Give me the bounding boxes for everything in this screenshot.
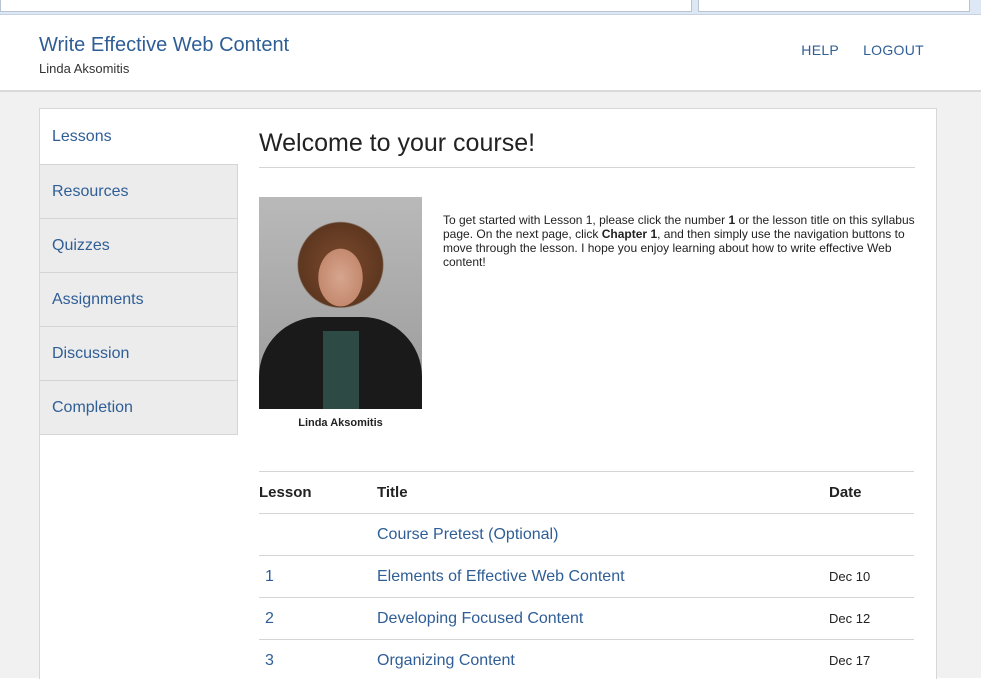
lesson-number-link[interactable]: 1 <box>265 568 274 585</box>
search-bar[interactable] <box>698 0 970 12</box>
lesson-number-link[interactable]: 3 <box>265 652 274 669</box>
header-lesson: Lesson <box>259 472 376 514</box>
intro-text: To get started with Lesson 1, please cli… <box>443 213 915 269</box>
lesson-title: Developing Focused Content <box>376 598 828 640</box>
user-name: Linda Aksomitis <box>39 61 129 76</box>
site-header: Write Effective Web Content Linda Aksomi… <box>0 15 981 92</box>
photo-scarf-shape <box>323 331 359 409</box>
address-bar[interactable] <box>0 0 692 12</box>
table-header-row: Lesson Title Date <box>259 472 914 514</box>
page-body: Lessons Resources Quizzes Assignments Di… <box>0 92 981 678</box>
lesson-date: Dec 10 <box>828 556 914 598</box>
logout-link[interactable]: LOGOUT <box>863 42 924 58</box>
table-row: 1 Elements of Effective Web Content Dec … <box>259 556 914 598</box>
lesson-title: Elements of Effective Web Content <box>376 556 828 598</box>
instructor-photo <box>259 197 422 409</box>
sidebar-item-completion[interactable]: Completion <box>40 381 238 435</box>
lesson-title-link[interactable]: Developing Focused Content <box>377 610 583 627</box>
sidebar-item-discussion[interactable]: Discussion <box>40 327 238 381</box>
instructor-photo-block: Linda Aksomitis <box>259 197 422 429</box>
browser-toolbar-strip <box>0 0 981 15</box>
photo-caption: Linda Aksomitis <box>259 417 422 429</box>
sidebar-item-quizzes[interactable]: Quizzes <box>40 219 238 273</box>
lesson-number-link[interactable]: 2 <box>265 610 274 627</box>
intro-part-1: To get started with Lesson 1, please cli… <box>443 213 729 227</box>
sidebar-item-resources[interactable]: Resources <box>40 165 238 219</box>
sidebar-item-assignments[interactable]: Assignments <box>40 273 238 327</box>
table-row: 2 Developing Focused Content Dec 12 <box>259 598 914 640</box>
header-title: Title <box>376 472 828 514</box>
table-row: 3 Organizing Content Dec 17 <box>259 640 914 681</box>
sidebar: Lessons Resources Quizzes Assignments Di… <box>40 109 238 435</box>
lesson-date: Dec 12 <box>828 598 914 640</box>
course-title-link[interactable]: Write Effective Web Content <box>39 34 289 57</box>
syllabus-table: Lesson Title Date Course Pretest (Option… <box>259 471 914 681</box>
lesson-number: 2 <box>259 598 376 640</box>
lesson-number: 1 <box>259 556 376 598</box>
intro-bold-chapter: Chapter 1 <box>602 227 657 241</box>
course-panel: Lessons Resources Quizzes Assignments Di… <box>39 108 937 679</box>
lesson-title: Course Pretest (Optional) <box>376 514 828 556</box>
lesson-title-link[interactable]: Organizing Content <box>377 652 515 669</box>
help-link[interactable]: HELP <box>801 42 839 58</box>
sidebar-item-lessons[interactable]: Lessons <box>40 109 238 165</box>
header-date: Date <box>828 472 914 514</box>
lesson-number <box>259 514 376 556</box>
page-title: Welcome to your course! <box>259 109 915 168</box>
main-content: Welcome to your course! Linda Aksomitis … <box>259 109 915 168</box>
table-row: Course Pretest (Optional) <box>259 514 914 556</box>
lesson-number: 3 <box>259 640 376 681</box>
lesson-title-link[interactable]: Elements of Effective Web Content <box>377 568 625 585</box>
lesson-date <box>828 514 914 556</box>
top-nav: HELP LOGOUT <box>801 42 924 58</box>
lesson-title-link[interactable]: Course Pretest (Optional) <box>377 526 558 543</box>
lesson-date: Dec 17 <box>828 640 914 681</box>
lesson-title: Organizing Content <box>376 640 828 681</box>
